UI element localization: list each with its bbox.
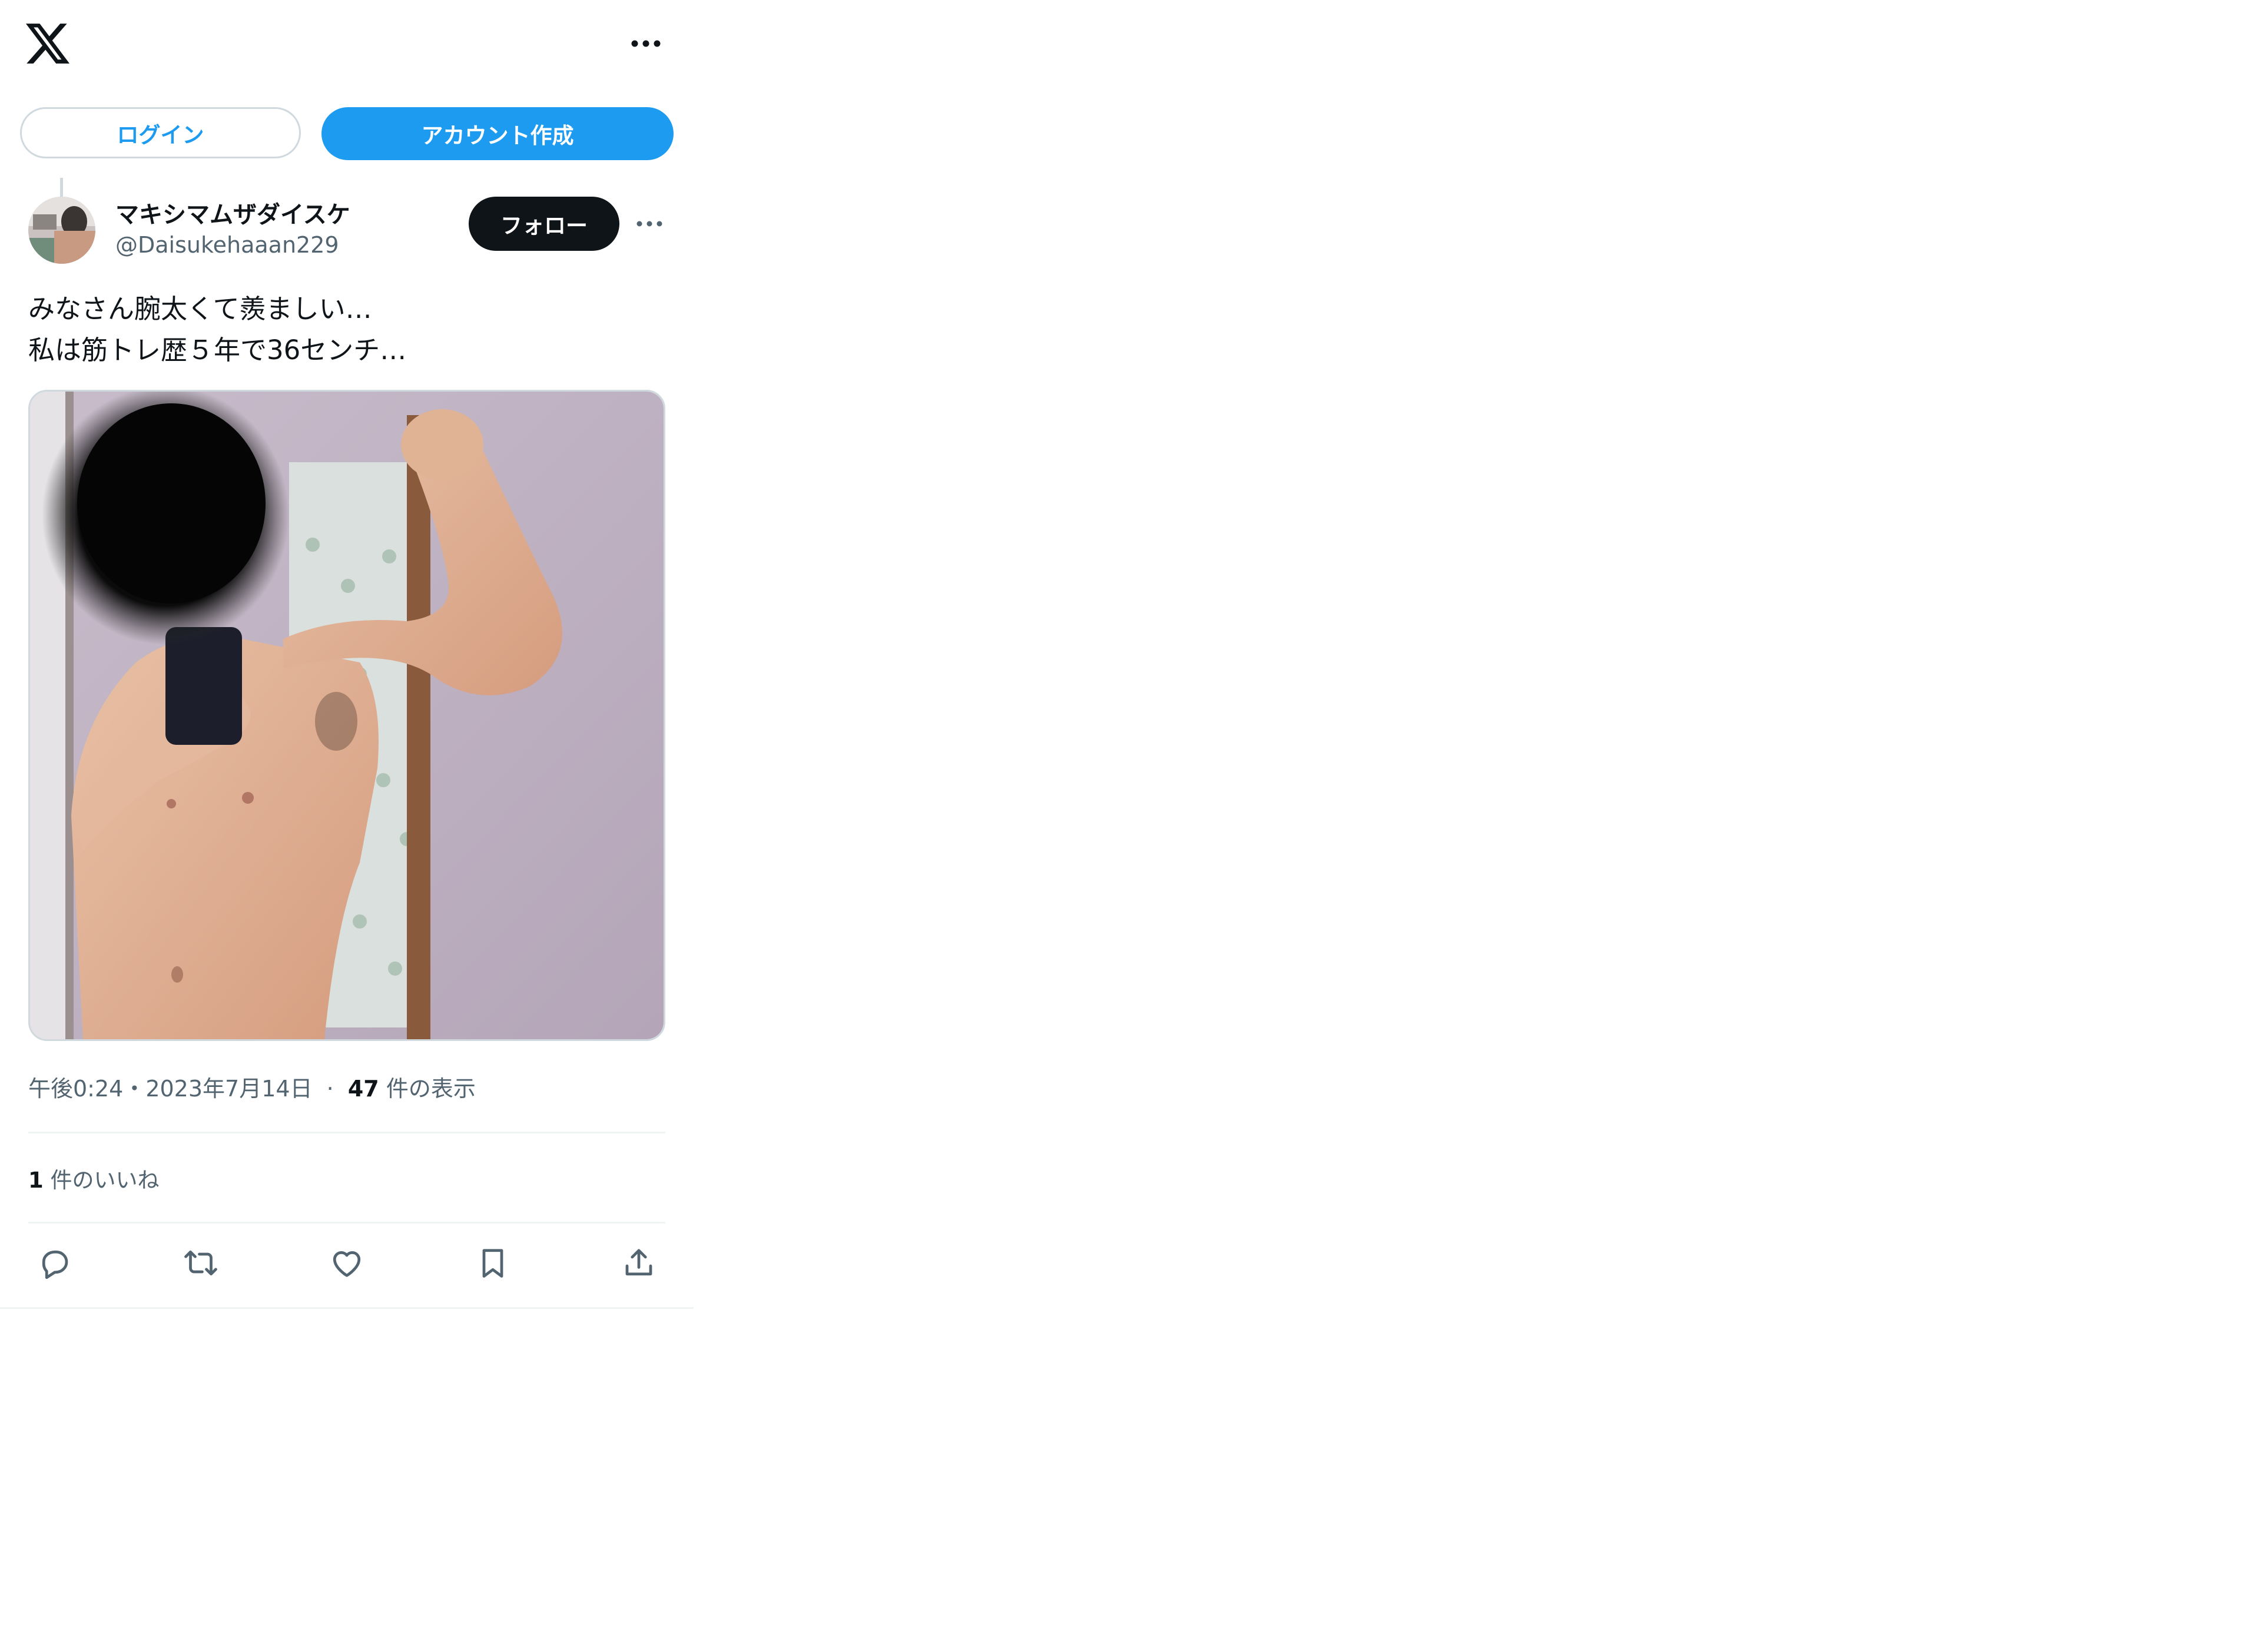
likes-label: 件のいいね: [50, 1168, 160, 1193]
heart-icon: [333, 1251, 361, 1277]
tweet-photo[interactable]: [28, 390, 665, 1041]
share-button[interactable]: [618, 1242, 659, 1284]
meta-separator: ·: [326, 1076, 334, 1102]
thread-connector-line: [60, 178, 63, 199]
likes-summary[interactable]: 1 件のいいね: [28, 1162, 160, 1194]
follow-button[interactable]: フォロー: [469, 197, 619, 251]
views-count: 47: [347, 1076, 379, 1102]
bookmark-icon: [482, 1249, 503, 1278]
divider: [28, 1222, 665, 1224]
reply-button[interactable]: [34, 1242, 75, 1284]
tweet-text: みなさん腕太くて羨ましい… 私は筋トレ歴５年で36センチ…: [28, 293, 407, 366]
author-display-name[interactable]: マキシマムザダイスケ: [115, 195, 350, 230]
views-label: 件の表示: [386, 1076, 476, 1102]
more-horizontal-icon[interactable]: [629, 31, 663, 57]
repost-button[interactable]: [180, 1242, 221, 1284]
avatar[interactable]: [28, 197, 95, 264]
likes-count: 1: [28, 1168, 44, 1193]
tweet-meta: 午後0:24・2023年7月14日 · 47 件の表示: [28, 1070, 476, 1103]
post-more-icon[interactable]: [634, 212, 665, 236]
tweet-timestamp[interactable]: 午後0:24・2023年7月14日: [28, 1076, 313, 1102]
bookmark-button[interactable]: [472, 1242, 513, 1284]
author-handle[interactable]: @Daisukehaaan229: [115, 232, 339, 258]
share-icon: [625, 1249, 652, 1276]
x-logo-icon[interactable]: [26, 24, 69, 64]
like-button[interactable]: [326, 1242, 367, 1284]
divider: [28, 1132, 665, 1133]
signup-button[interactable]: アカウント作成: [321, 107, 674, 160]
post-page: ログイン アカウント作成 マキシマムザダイスケ @Daisukehaaan229…: [0, 0, 694, 1309]
reply-icon: [42, 1250, 68, 1279]
repost-icon: [184, 1250, 217, 1276]
login-button[interactable]: ログイン: [20, 107, 301, 158]
